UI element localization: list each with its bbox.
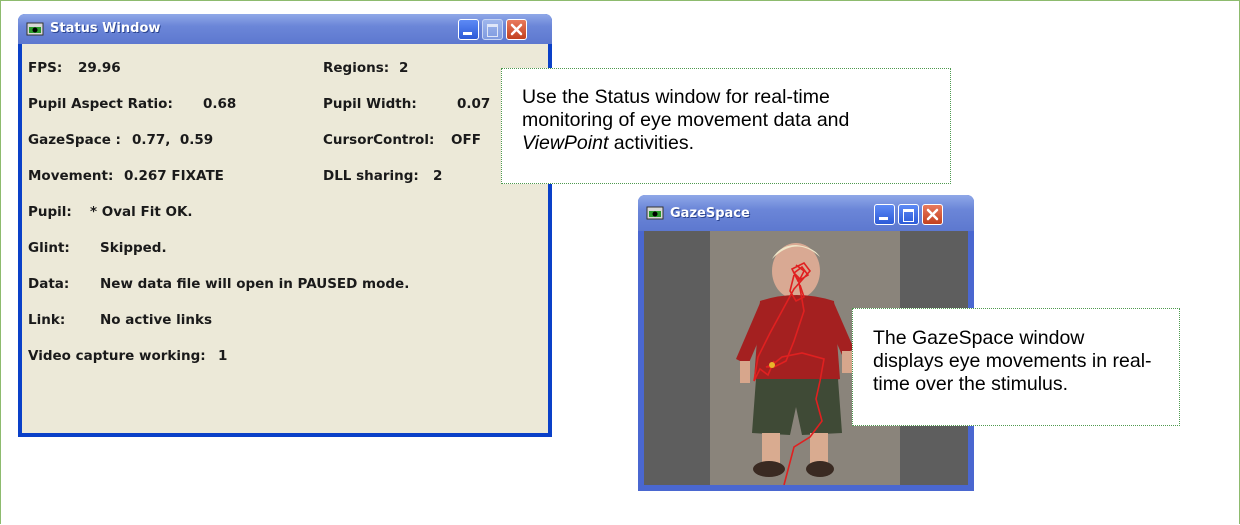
glint-value: Skipped.	[100, 240, 167, 256]
gazespace-window-titlebar[interactable]: GazeSpace	[638, 195, 974, 231]
maximize-button[interactable]	[898, 204, 919, 225]
close-button[interactable]	[506, 19, 527, 40]
viewpoint-product-name: ViewPoint	[522, 132, 609, 154]
pupil-label: Pupil:	[28, 204, 72, 220]
dll-sharing-label: DLL sharing:	[323, 168, 419, 184]
glint-label: Glint:	[28, 240, 70, 256]
regions-value: 2	[399, 60, 409, 76]
data-label: Data:	[28, 276, 70, 292]
callout-line: Use the Status window for real-time	[522, 86, 830, 108]
callout-line: time over the stimulus.	[873, 373, 1069, 395]
minimize-icon	[463, 32, 472, 35]
gazespace-window-title: GazeSpace	[670, 206, 750, 221]
pupil-aspect-label: Pupil Aspect Ratio:	[28, 96, 173, 112]
status-window-titlebar[interactable]: Status Window	[18, 14, 552, 44]
gazespace-label: GazeSpace :	[28, 132, 121, 148]
minimize-button[interactable]	[458, 19, 479, 40]
gazespace-callout: The GazeSpace window displays eye moveme…	[852, 308, 1180, 426]
close-icon	[510, 23, 523, 36]
regions-label: Regions:	[323, 60, 390, 76]
video-capture-label: Video capture working:	[28, 348, 206, 364]
pupil-value: * Oval Fit OK.	[90, 204, 193, 220]
callout-line: The GazeSpace window	[873, 327, 1085, 349]
fps-value: 29.96	[78, 60, 121, 76]
data-value: New data file will open in PAUSED mode.	[100, 276, 410, 292]
callout-line: monitoring of eye movement data and	[522, 109, 850, 131]
viewpoint-app-icon	[26, 22, 44, 36]
movement-value: 0.267 FIXATE	[124, 168, 224, 184]
callout-line: displays eye movements in real-	[873, 350, 1152, 372]
viewpoint-app-icon	[646, 206, 664, 220]
status-window-client: FPS: 29.96 Regions: 2 Pupil Aspect Ratio…	[22, 44, 548, 433]
close-button[interactable]	[922, 204, 943, 225]
fps-label: FPS:	[28, 60, 63, 76]
video-capture-value: 1	[218, 348, 228, 364]
close-icon	[926, 208, 939, 221]
pupil-width-value: 0.07	[457, 96, 491, 112]
maximize-icon	[487, 24, 498, 37]
status-callout: Use the Status window for real-time moni…	[501, 68, 951, 184]
minimize-button[interactable]	[874, 204, 895, 225]
cursor-control-value: OFF	[451, 132, 481, 148]
pupil-aspect-value: 0.68	[203, 96, 237, 112]
maximize-icon	[903, 209, 914, 222]
cursor-control-label: CursorControl:	[323, 132, 435, 148]
status-window[interactable]: Status Window FPS: 29.96 Regions: 2 Pupi…	[18, 14, 552, 437]
minimize-icon	[879, 217, 888, 220]
link-value: No active links	[100, 312, 213, 328]
movement-label: Movement:	[28, 168, 114, 184]
pupil-width-label: Pupil Width:	[323, 96, 417, 112]
callout-line-rest: activities.	[608, 132, 694, 154]
gazespace-value: 0.77, 0.59	[132, 132, 214, 148]
status-window-title: Status Window	[50, 21, 161, 36]
link-label: Link:	[28, 312, 66, 328]
maximize-button[interactable]	[482, 19, 503, 40]
dll-sharing-value: 2	[433, 168, 443, 184]
callout-line: ViewPoint activities.	[522, 132, 950, 155]
